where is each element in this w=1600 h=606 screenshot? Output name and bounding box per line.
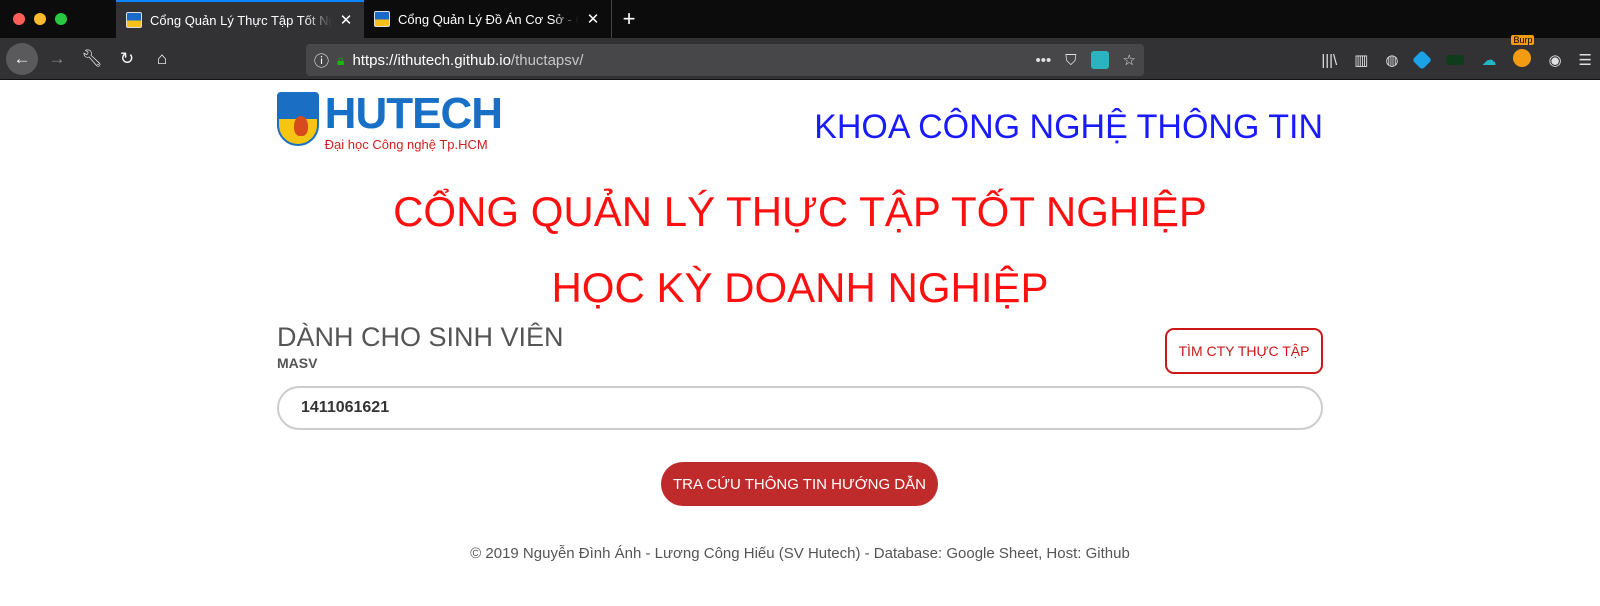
sidebar-icon[interactable]: ▥ <box>1354 51 1368 69</box>
url-host: https://ithutech.github.io <box>352 51 511 69</box>
new-tab-button[interactable]: + <box>612 0 646 38</box>
logo-name: HUTECH <box>324 89 503 138</box>
url-path: /thuctapsv/ <box>510 51 584 69</box>
hutech-favicon-icon <box>374 11 390 27</box>
address-bar[interactable]: ⓘ 🔒︎ https://ithutech.github.io/thuctaps… <box>306 44 1144 76</box>
close-tab-icon[interactable]: ✕ <box>585 10 601 28</box>
close-window-icon[interactable] <box>13 13 25 25</box>
info-icon[interactable]: ⓘ <box>314 50 329 71</box>
browser-chrome: Cổng Quản Lý Thực Tập Tốt Nghiệp ✕ Cổng … <box>0 0 1600 80</box>
masv-input[interactable] <box>277 386 1323 430</box>
page-title: CỔNG QUẢN LÝ THỰC TẬP TỐT NGHIỆP <box>393 188 1207 235</box>
translate-extension-icon[interactable] <box>1090 51 1109 69</box>
page-actions-icon[interactable]: ••• <box>1036 52 1052 69</box>
wrench-icon[interactable]: 🔧︎ <box>76 43 108 75</box>
url-text[interactable]: https://ithutech.github.io/thuctapsv/ <box>352 52 1035 69</box>
hutech-shield-icon <box>277 92 319 146</box>
account-icon[interactable]: ◉ <box>1548 51 1561 69</box>
maximize-window-icon[interactable] <box>55 13 67 25</box>
home-icon[interactable]: ⌂ <box>146 43 178 75</box>
toolbar-right: |||\ ▥ ◍ ☁ Burp ◉ ☰ <box>1321 35 1592 76</box>
lookup-button[interactable]: TRA CỨU THÔNG TIN HƯỚNG DẪN <box>661 462 938 506</box>
extension-dark-icon[interactable] <box>1446 55 1465 65</box>
student-section-heading: DÀNH CHO SINH VIÊN <box>277 322 564 352</box>
tab-project-portal[interactable]: Cổng Quản Lý Đồ Án Cơ Sở - Cli ✕ <box>364 0 612 38</box>
lock-icon[interactable]: 🔒︎ <box>337 52 344 69</box>
url-actions: ••• ⛉ ☆ <box>1036 51 1136 69</box>
tab-title: Cổng Quản Lý Đồ Án Cơ Sở - Cli <box>398 11 579 27</box>
bookmark-star-icon[interactable]: ☆ <box>1123 51 1136 69</box>
page-content: HUTECH Đại học Công nghệ Tp.HCM KHOA CÔN… <box>0 80 1600 603</box>
faculty-heading: KHOA CÔNG NGHỆ THÔNG TIN <box>814 108 1323 146</box>
logo-text: HUTECH Đại học Công nghệ Tp.HCM <box>324 89 503 153</box>
hutech-logo[interactable]: HUTECH Đại học Công nghệ Tp.HCM <box>277 89 503 154</box>
find-company-button[interactable]: TÌM CTY THỰC TẬP <box>1165 328 1323 374</box>
tab-title: Cổng Quản Lý Thực Tập Tốt Nghiệp <box>150 12 332 28</box>
library-icon[interactable]: |||\ <box>1321 52 1337 69</box>
forward-arrow-icon[interactable]: → <box>41 43 73 75</box>
minimize-window-icon[interactable] <box>34 13 46 25</box>
close-tab-icon[interactable]: ✕ <box>338 11 354 29</box>
reload-icon[interactable]: ↻ <box>111 43 143 75</box>
tab-internship-portal[interactable]: Cổng Quản Lý Thực Tập Tốt Nghiệp ✕ <box>116 0 364 38</box>
hutech-favicon-icon <box>126 12 142 28</box>
pocket-icon[interactable]: ⛉ <box>1065 52 1076 69</box>
burp-badge: Burp <box>1511 35 1535 45</box>
burp-icon <box>1513 49 1532 67</box>
back-arrow-icon[interactable]: ← <box>6 42 38 75</box>
tab-bar: Cổng Quản Lý Thực Tập Tốt Nghiệp ✕ Cổng … <box>0 0 1600 38</box>
page-subtitle: HỌC KỲ DOANH NGHIỆP <box>551 264 1049 311</box>
cookie-icon[interactable]: ◍ <box>1385 51 1398 69</box>
extension-diamond-icon[interactable] <box>1412 50 1433 70</box>
logo-tagline: Đại học Công nghệ Tp.HCM <box>324 137 488 152</box>
footer-text: © 2019 Nguyễn Đình Ánh - Lương Công Hiếu… <box>470 545 1130 562</box>
burp-extension-icon[interactable]: Burp <box>1511 35 1535 71</box>
window-controls <box>0 0 116 38</box>
masv-label: MASV <box>277 355 318 371</box>
menu-icon[interactable]: ☰ <box>1579 51 1592 69</box>
cloud-icon[interactable]: ☁ <box>1481 51 1496 69</box>
